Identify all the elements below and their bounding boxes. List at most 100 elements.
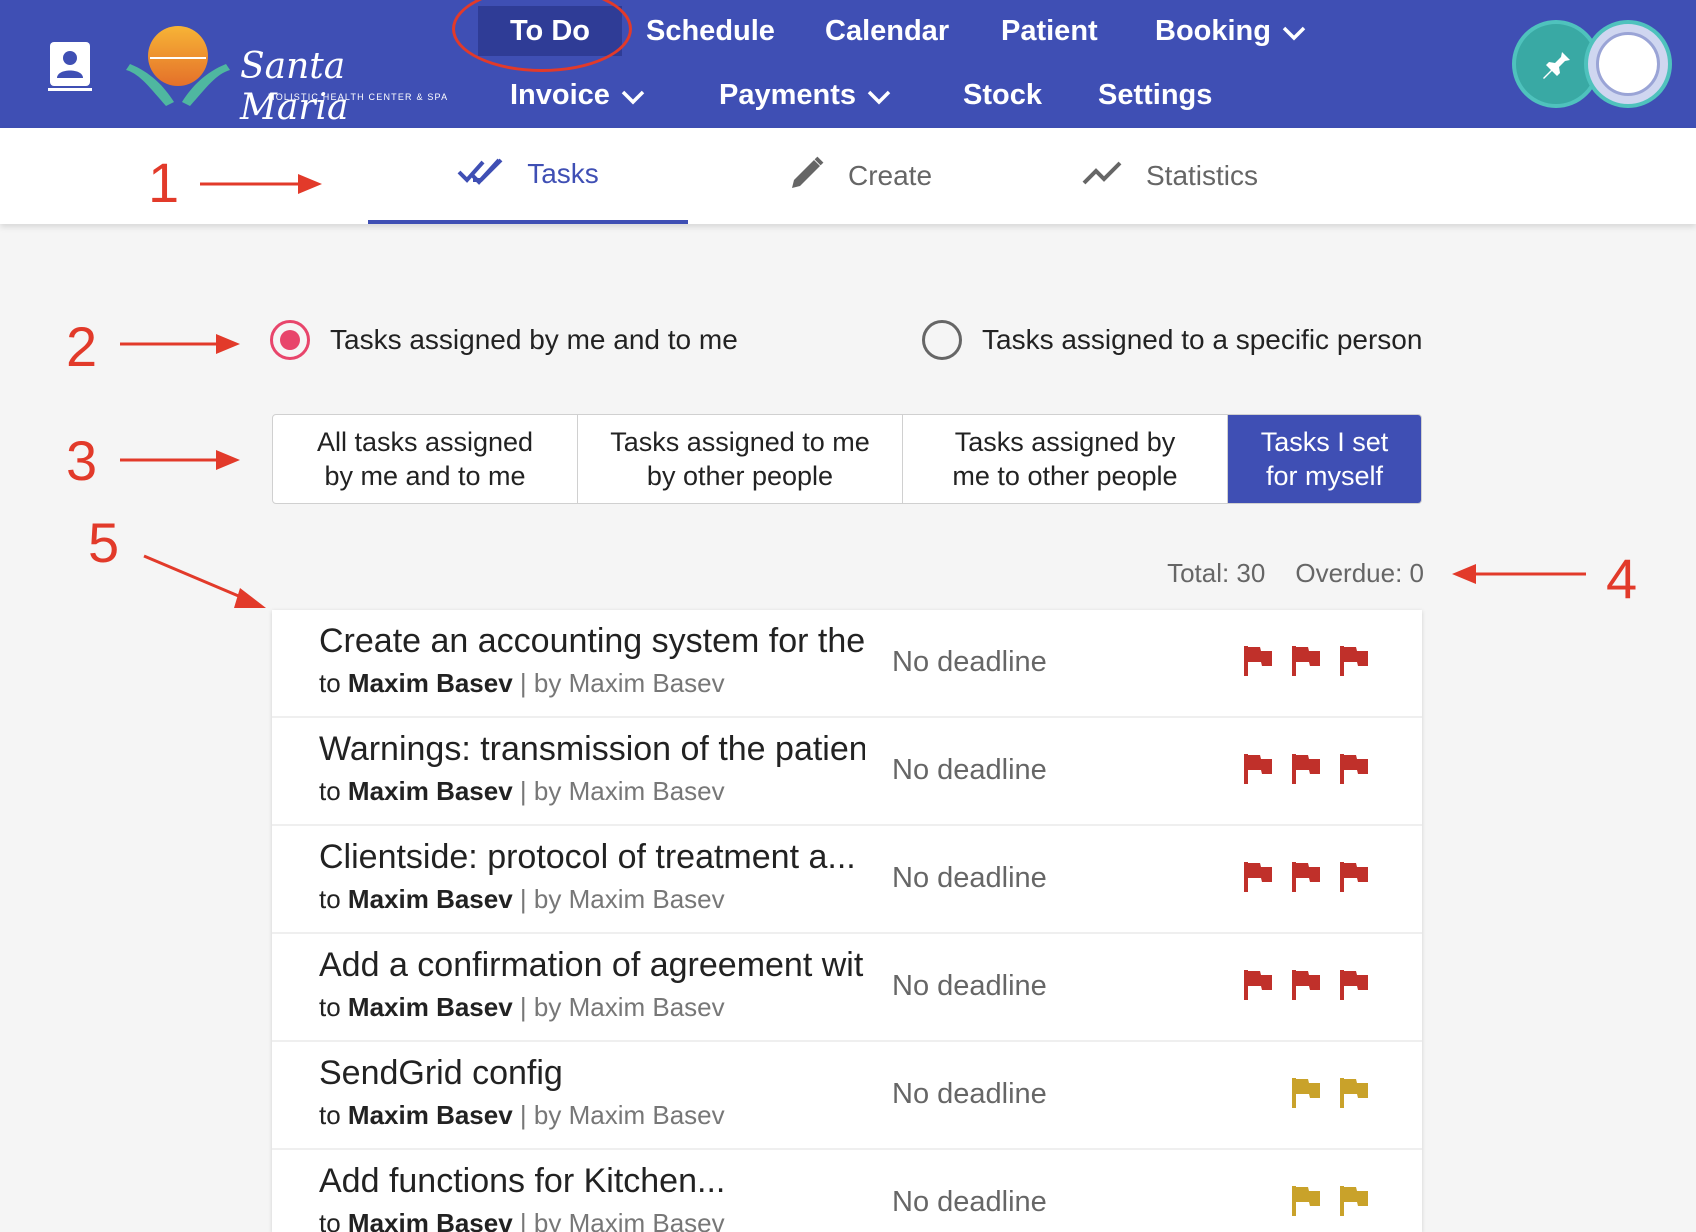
annotation-arrow bbox=[120, 334, 240, 354]
task-row[interactable]: Warnings: transmission of the patient to … bbox=[272, 718, 1422, 826]
overdue-count: Overdue: 0 bbox=[1295, 558, 1424, 588]
logo-name: Santa Maria bbox=[240, 46, 349, 128]
annotation-number: 2 bbox=[66, 315, 98, 378]
radio-by-me-and-to-me[interactable]: Tasks assigned by me and to me bbox=[270, 320, 738, 360]
filter-label-line: Tasks assigned by bbox=[954, 427, 1176, 457]
nav-booking[interactable]: Booking bbox=[1155, 6, 1307, 56]
radio-label: Tasks assigned by me and to me bbox=[330, 324, 738, 355]
pencil-icon bbox=[788, 154, 848, 199]
nav-stock[interactable]: Stock bbox=[963, 70, 1042, 120]
user-avatar[interactable] bbox=[1584, 20, 1672, 108]
nav-invoice[interactable]: Invoice bbox=[510, 70, 646, 120]
annotation-number: 3 bbox=[66, 429, 98, 492]
task-title: Create an accounting system for the clin… bbox=[319, 622, 865, 660]
annotation-number: 4 bbox=[1606, 547, 1638, 610]
filter-set-for-myself[interactable]: Tasks I set for myself bbox=[1228, 415, 1421, 503]
nav-settings[interactable]: Settings bbox=[1098, 70, 1212, 120]
task-to-prefix: to bbox=[319, 668, 341, 698]
logo-mark bbox=[126, 26, 230, 106]
task-deadline: No deadline bbox=[892, 1186, 1047, 1218]
nav-schedule[interactable]: Schedule bbox=[646, 6, 775, 56]
nav-calendar[interactable]: Calendar bbox=[825, 6, 949, 56]
radio-label: Tasks assigned to a specific person bbox=[982, 324, 1423, 355]
task-assignee: Maxim Basev bbox=[347, 1208, 513, 1232]
tab-create[interactable]: Create bbox=[760, 128, 960, 224]
flag-icon bbox=[1244, 646, 1272, 676]
task-row[interactable]: Clientside: protocol of treatment a... to… bbox=[272, 826, 1422, 934]
task-deadline: No deadline bbox=[892, 970, 1047, 1002]
task-assignee: Maxim Basev bbox=[347, 776, 513, 806]
task-author: | by Maxim Basev bbox=[519, 1100, 725, 1130]
task-meta: to Maxim Basev | by Maxim Basev bbox=[319, 668, 725, 699]
nav-payments[interactable]: Payments bbox=[719, 70, 892, 120]
contacts-icon[interactable] bbox=[44, 40, 96, 92]
task-title: Add a confirmation of agreement with bbox=[319, 946, 865, 984]
priority-flags bbox=[1242, 752, 1370, 786]
annotation-arrow bbox=[1452, 564, 1586, 584]
radio-button-unchecked bbox=[922, 320, 962, 360]
logo[interactable]: Santa Maria HOLISTIC HEALTH CENTER & SPA bbox=[120, 14, 450, 128]
task-deadline: No deadline bbox=[892, 1078, 1047, 1110]
priority-flags bbox=[1290, 1076, 1370, 1110]
tab-tasks[interactable]: Tasks bbox=[368, 128, 688, 224]
logo-tagline: HOLISTIC HEALTH CENTER & SPA bbox=[268, 92, 449, 102]
task-author: | by Maxim Basev bbox=[519, 992, 725, 1022]
radio-button-checked bbox=[270, 320, 310, 360]
task-row[interactable]: Add a confirmation of agreement with to M… bbox=[272, 934, 1422, 1042]
filter-label-line: All tasks assigned bbox=[316, 427, 534, 457]
filter-label-line: me to other people bbox=[952, 461, 1178, 491]
task-meta: to Maxim Basev | by Maxim Basev bbox=[319, 1100, 725, 1131]
pin-icon bbox=[1538, 44, 1574, 85]
filter-assigned-by-me[interactable]: Tasks assigned by me to other people bbox=[903, 415, 1228, 503]
filter-assigned-to-me[interactable]: Tasks assigned to me by other people bbox=[578, 415, 903, 503]
radio-specific-person[interactable]: Tasks assigned to a specific person bbox=[922, 320, 1422, 360]
task-to-prefix: to bbox=[319, 776, 341, 806]
task-meta: to Maxim Basev | by Maxim Basev bbox=[319, 776, 725, 807]
priority-flags bbox=[1242, 644, 1370, 678]
double-check-icon bbox=[457, 156, 527, 193]
nav-todo[interactable]: To Do bbox=[478, 6, 622, 56]
chevron-down-icon bbox=[620, 71, 646, 121]
task-meta: to Maxim Basev | by Maxim Basev bbox=[319, 992, 725, 1023]
flag-icon bbox=[1340, 646, 1368, 676]
priority-flags bbox=[1290, 1184, 1370, 1218]
annotation-number: 5 bbox=[88, 511, 120, 574]
tab-statistics[interactable]: Statistics bbox=[1060, 128, 1280, 224]
task-to-prefix: to bbox=[319, 1208, 341, 1232]
task-assignee: Maxim Basev bbox=[347, 992, 513, 1022]
flag-icon bbox=[1292, 862, 1320, 892]
tab-create-label: Create bbox=[847, 160, 933, 191]
task-assignee: Maxim Basev bbox=[347, 668, 513, 698]
task-title: Add functions for Kitchen... bbox=[319, 1162, 726, 1200]
task-to-prefix: to bbox=[319, 884, 341, 914]
tab-tasks-label: Tasks bbox=[527, 158, 599, 189]
flag-icon bbox=[1244, 754, 1272, 784]
task-filter-segmented: All tasks assigned by me and to me Tasks … bbox=[272, 414, 1422, 504]
flag-icon bbox=[1292, 754, 1320, 784]
flag-icon bbox=[1340, 1186, 1368, 1216]
task-row[interactable]: Add functions for Kitchen... to Maxim Bas… bbox=[272, 1150, 1422, 1232]
task-deadline: No deadline bbox=[892, 754, 1047, 786]
task-assignee: Maxim Basev bbox=[347, 1100, 513, 1130]
task-to-prefix: to bbox=[319, 1100, 341, 1130]
task-author: | by Maxim Basev bbox=[519, 776, 725, 806]
tab-statistics-label: Statistics bbox=[1145, 160, 1259, 191]
task-author: | by Maxim Basev bbox=[519, 668, 725, 698]
task-deadline: No deadline bbox=[892, 862, 1047, 894]
task-author: | by Maxim Basev bbox=[519, 884, 725, 914]
annotation-arrow bbox=[120, 450, 240, 470]
annotation-arrow bbox=[200, 174, 322, 194]
task-row[interactable]: Create an accounting system for the clin… bbox=[272, 610, 1422, 718]
flag-icon bbox=[1292, 646, 1320, 676]
task-title: Clientside: protocol of treatment a... bbox=[319, 838, 856, 876]
flag-icon bbox=[1340, 1078, 1368, 1108]
nav-patient[interactable]: Patient bbox=[1001, 6, 1098, 56]
task-title: Warnings: transmission of the patient bbox=[319, 730, 865, 768]
task-list: Create an accounting system for the clin… bbox=[272, 610, 1422, 1232]
task-row[interactable]: SendGrid config to Maxim Basev | by Maxim… bbox=[272, 1042, 1422, 1150]
filter-all-tasks[interactable]: All tasks assigned by me and to me bbox=[273, 415, 578, 503]
chevron-down-icon bbox=[866, 71, 892, 121]
task-totals: Total: 30 Overdue: 0 bbox=[1167, 558, 1424, 589]
trend-line-icon bbox=[1082, 159, 1146, 194]
annotation-number: 1 bbox=[148, 151, 180, 214]
